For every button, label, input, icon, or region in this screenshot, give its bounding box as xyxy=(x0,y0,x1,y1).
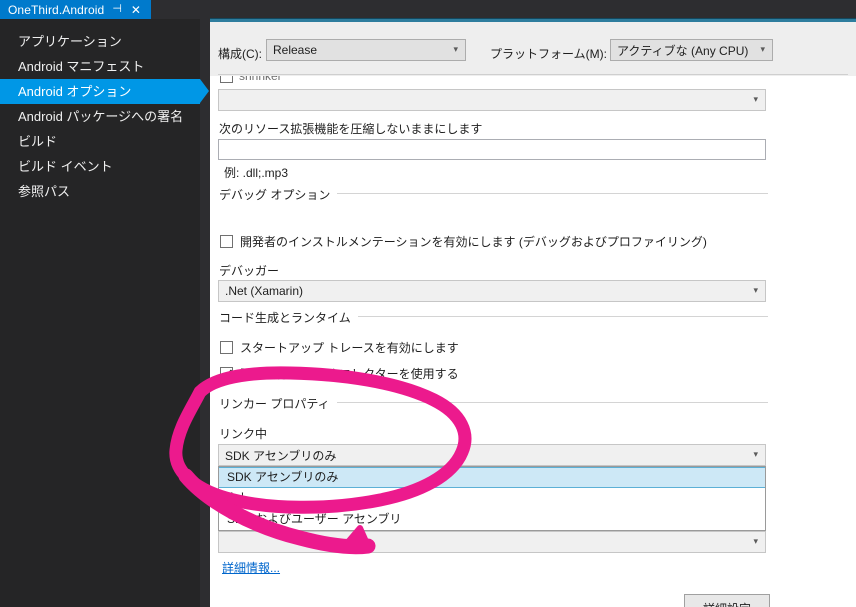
resource-extension-label: 次のリソース拡張機能を圧縮しないままにします xyxy=(219,120,482,137)
linking-label: リンク中 xyxy=(219,425,267,442)
debugger-value: .Net (Xamarin) xyxy=(225,284,303,298)
linker-properties-group-label: リンカー プロパティ xyxy=(219,395,337,412)
shrinker-label: shrinker xyxy=(239,76,282,83)
app-shell: OneThird.Android ⊣ ✕ アプリケーション Android マニ… xyxy=(0,0,856,607)
platform-select[interactable]: アクティブな (Any CPU) ▾ xyxy=(610,39,773,61)
linking-option-sdk-and-user[interactable]: SDK およびユーザー アセンブリ xyxy=(219,509,765,530)
linking-option-sdk-only[interactable]: SDK アセンブリのみ xyxy=(219,467,765,488)
more-info-link[interactable]: 詳細情報... xyxy=(222,559,280,576)
toolbar-separator xyxy=(218,74,848,75)
sidebar-item-application[interactable]: アプリケーション xyxy=(0,29,200,54)
pin-icon[interactable]: ⊣ xyxy=(112,4,122,15)
sidebar-item-android-options[interactable]: Android オプション xyxy=(0,79,200,104)
startup-trace-row[interactable]: スタートアップ トレースを有効にします xyxy=(220,339,459,356)
debug-options-group-label: デバッグ オプション xyxy=(219,186,337,203)
resource-extension-hint: 例: .dll;.mp3 xyxy=(224,164,288,181)
options-scroll-body: shrinker ▾ 次のリソース拡張機能を圧縮しないままにします 例: .dl… xyxy=(210,76,856,607)
advanced-settings-button[interactable]: 詳細設定 xyxy=(684,594,770,607)
configuration-value: Release xyxy=(273,43,317,57)
platform-label: プラットフォーム(M): xyxy=(490,45,607,62)
configuration-toolbar: 構成(C): Release ▾ プラットフォーム(M): アクティブな (An… xyxy=(210,30,856,66)
shrinker-checkbox[interactable] xyxy=(220,76,233,83)
configuration-label: 構成(C): xyxy=(218,45,262,62)
debugger-select[interactable]: .Net (Xamarin) ▾ xyxy=(218,280,766,302)
debug-options-group: デバッグ オプション xyxy=(219,186,768,200)
developer-instrumentation-label: 開発者のインストルメンテーションを有効にします (デバッグおよびプロファイリング… xyxy=(240,233,707,250)
document-tab-strip: OneThird.Android ⊣ ✕ xyxy=(0,0,856,19)
chevron-down-icon: ▾ xyxy=(760,44,765,55)
linking-value: SDK アセンブリのみ xyxy=(225,447,336,464)
startup-trace-checkbox[interactable] xyxy=(220,341,233,354)
developer-instrumentation-checkbox[interactable] xyxy=(220,235,233,248)
sidebar-item-build[interactable]: ビルド xyxy=(0,129,200,154)
shrinker-select[interactable]: ▾ xyxy=(218,89,766,111)
document-tab-onethird-android[interactable]: OneThird.Android ⊣ ✕ xyxy=(0,0,151,19)
concurrent-gc-checkbox[interactable] xyxy=(220,367,233,380)
codegen-runtime-group-label: コード生成とランタイム xyxy=(219,309,358,326)
sidebar-item-android-package-signing[interactable]: Android パッケージへの署名 xyxy=(0,104,200,129)
debugger-label: デバッガー xyxy=(219,262,279,279)
project-properties-sidebar: アプリケーション Android マニフェスト Android オプション An… xyxy=(0,19,200,607)
linking-option-none[interactable]: なし xyxy=(219,488,765,509)
linking-dropdown-list[interactable]: SDK アセンブリのみ なし SDK およびユーザー アセンブリ xyxy=(218,466,766,531)
sidebar-item-build-events[interactable]: ビルド イベント xyxy=(0,154,200,179)
sidebar-item-reference-paths[interactable]: 参照パス xyxy=(0,179,200,204)
document-tab-label: OneThird.Android xyxy=(8,3,104,17)
startup-trace-label: スタートアップ トレースを有効にします xyxy=(240,339,459,356)
developer-instrumentation-row[interactable]: 開発者のインストルメンテーションを有効にします (デバッグおよびプロファイリング… xyxy=(220,233,707,250)
bottom-select[interactable]: ▾ xyxy=(218,531,766,553)
chevron-down-icon: ▾ xyxy=(753,285,758,296)
linking-select[interactable]: SDK アセンブリのみ ▾ xyxy=(218,444,766,466)
chevron-down-icon: ▾ xyxy=(753,94,758,105)
shrinker-checkbox-row[interactable]: shrinker xyxy=(220,76,780,88)
resource-extension-input[interactable] xyxy=(218,139,766,160)
codegen-runtime-group: コード生成とランタイム xyxy=(219,309,768,323)
concurrent-gc-row[interactable]: 同時実行ガベージ コレクターを使用する xyxy=(220,365,459,382)
chevron-down-icon: ▾ xyxy=(453,44,458,55)
android-options-pane: 構成(C): Release ▾ プラットフォーム(M): アクティブな (An… xyxy=(210,22,856,607)
sidebar-item-android-manifest[interactable]: Android マニフェスト xyxy=(0,54,200,79)
configuration-select[interactable]: Release ▾ xyxy=(266,39,466,61)
chevron-down-icon: ▾ xyxy=(753,449,758,460)
linker-properties-group: リンカー プロパティ xyxy=(219,395,768,409)
concurrent-gc-label: 同時実行ガベージ コレクターを使用する xyxy=(240,365,459,382)
chevron-down-icon: ▾ xyxy=(753,536,758,547)
platform-value: アクティブな (Any CPU) xyxy=(617,42,748,59)
close-icon[interactable]: ✕ xyxy=(131,4,141,16)
